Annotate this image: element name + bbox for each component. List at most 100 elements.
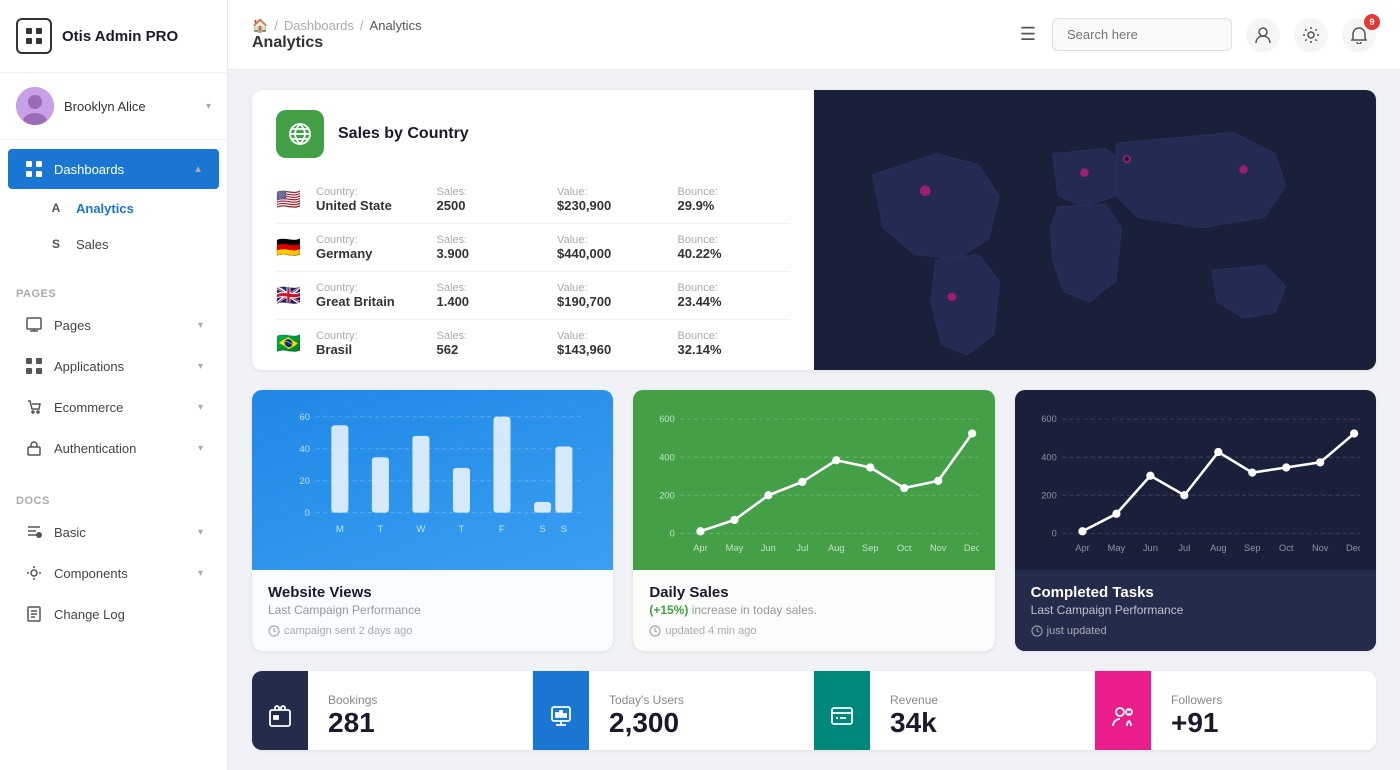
completed-tasks-footer: Completed Tasks Last Campaign Performanc…: [1015, 570, 1376, 651]
sidebar-item-changelog[interactable]: Change Log: [8, 594, 219, 634]
flag-gb: 🇬🇧: [276, 283, 308, 308]
page-title: Analytics: [252, 34, 422, 52]
svg-text:200: 200: [1041, 490, 1056, 500]
nav-dashboards-section: Dashboards ▲ A Analytics S Sales: [0, 140, 227, 270]
applications-label: Applications: [54, 359, 188, 374]
world-map-svg: [814, 90, 1376, 370]
profile-icon[interactable]: [1246, 18, 1280, 52]
user-chevron-icon: ▾: [206, 101, 211, 112]
line-chart-dark-svg: 600 400 200 0 Apr: [1031, 406, 1360, 566]
followers-value: +91: [1171, 707, 1356, 739]
svg-text:Apr: Apr: [1075, 543, 1089, 553]
website-views-subtitle: Last Campaign Performance: [268, 603, 597, 617]
notification-badge: 9: [1364, 14, 1380, 30]
hamburger-icon[interactable]: ☰: [1020, 24, 1036, 45]
website-views-title: Website Views: [268, 584, 597, 601]
components-icon: [24, 563, 44, 583]
nav-pages-section: PAGES Pages ▾ Applications ▾: [0, 270, 227, 477]
svg-text:Jul: Jul: [1178, 543, 1190, 553]
applications-icon: [24, 356, 44, 376]
settings-icon[interactable]: [1294, 18, 1328, 52]
website-views-card: 60 40 20 0 M T: [252, 390, 613, 651]
docs-section-title: DOCS: [0, 485, 227, 511]
sidebar-logo: Otis Admin PRO: [0, 0, 227, 73]
applications-chevron-icon: ▾: [198, 361, 203, 372]
notifications-icon[interactable]: 9: [1342, 18, 1376, 52]
svg-text:May: May: [1107, 543, 1125, 553]
users-icon-box: [533, 671, 589, 750]
bookings-stat: Bookings 281: [308, 671, 533, 750]
daily-sales-chart: 600 400 200 0: [633, 390, 994, 570]
pages-icon: [24, 315, 44, 335]
revenue-icon-box: [814, 671, 870, 750]
changelog-label: Change Log: [54, 607, 203, 622]
svg-text:Aug: Aug: [1210, 543, 1226, 553]
line-chart-green-svg: 600 400 200 0: [649, 406, 978, 566]
svg-text:Oct: Oct: [1279, 543, 1294, 553]
sidebar-item-basic[interactable]: Basic ▾: [8, 512, 219, 552]
svg-text:Sep: Sep: [862, 543, 878, 553]
svg-text:May: May: [726, 543, 744, 553]
sidebar-item-applications[interactable]: Applications ▾: [8, 346, 219, 386]
svg-text:Nov: Nov: [1312, 543, 1329, 553]
sidebar-item-dashboards[interactable]: Dashboards ▲: [8, 149, 219, 189]
svg-text:400: 400: [660, 452, 675, 462]
svg-text:S: S: [539, 524, 545, 535]
today-users-stat: Today's Users 2,300: [589, 671, 814, 750]
website-views-meta: campaign sent 2 days ago: [268, 625, 597, 637]
ecommerce-chevron-icon: ▾: [198, 402, 203, 413]
world-map-section: [814, 90, 1376, 370]
bookings-label: Bookings: [328, 693, 512, 707]
sidebar-item-authentication[interactable]: Authentication ▾: [8, 428, 219, 468]
completed-tasks-title: Completed Tasks: [1031, 584, 1360, 601]
pages-label: Pages: [54, 318, 188, 333]
svg-text:M: M: [336, 524, 344, 535]
breadcrumb: 🏠 / Dashboards / Analytics Analytics: [252, 18, 988, 52]
charts-row: 60 40 20 0 M T: [252, 390, 1376, 651]
basic-chevron-icon: ▾: [198, 527, 203, 538]
sidebar-item-analytics[interactable]: A Analytics: [0, 190, 227, 226]
flag-br: 🇧🇷: [276, 331, 308, 356]
svg-text:600: 600: [660, 414, 675, 424]
svg-text:Aug: Aug: [828, 543, 844, 553]
sidebar-item-pages[interactable]: Pages ▾: [8, 305, 219, 345]
dashboards-label: Dashboards: [54, 162, 183, 177]
svg-text:Sep: Sep: [1244, 543, 1260, 553]
table-row: 🇧🇷 Country:Brasil Sales:562 Value:$143,9…: [276, 320, 790, 367]
table-row: 🇺🇸 Country:United State Sales:2500 Value…: [276, 176, 790, 224]
svg-text:S: S: [561, 524, 567, 535]
sidebar-item-components[interactable]: Components ▾: [8, 553, 219, 593]
svg-text:600: 600: [1041, 414, 1056, 424]
topbar: 🏠 / Dashboards / Analytics Analytics ☰ 9: [228, 0, 1400, 70]
sidebar-item-ecommerce[interactable]: Ecommerce ▾: [8, 387, 219, 427]
svg-text:Dec: Dec: [1346, 543, 1360, 553]
daily-sales-footer: Daily Sales (+15%) increase in today sal…: [633, 570, 994, 651]
breadcrumb-dashboards: Dashboards: [284, 18, 354, 33]
table-row: 🇩🇪 Country:Germany Sales:3.900 Value:$44…: [276, 224, 790, 272]
svg-text:Jun: Jun: [1143, 543, 1158, 553]
revenue-stat: Revenue 34k: [870, 671, 1095, 750]
dashboards-chevron-icon: ▲: [193, 164, 203, 175]
svg-text:Dec: Dec: [964, 543, 978, 553]
sales-label: Sales: [76, 237, 109, 252]
svg-text:60: 60: [299, 412, 310, 423]
breadcrumb-analytics: Analytics: [370, 18, 422, 33]
changelog-icon: [24, 604, 44, 624]
daily-sales-subtitle: (+15%) increase in today sales.: [649, 603, 978, 617]
svg-text:Jul: Jul: [797, 543, 809, 553]
website-views-footer: Website Views Last Campaign Performance …: [252, 570, 613, 651]
sales-by-country-card: Sales by Country 🇺🇸 Country:United State…: [252, 90, 1376, 370]
svg-text:Oct: Oct: [897, 543, 912, 553]
sidebar-user[interactable]: Brooklyn Alice ▾: [0, 73, 227, 140]
daily-sales-meta: updated 4 min ago: [649, 625, 978, 637]
daily-sales-card: 600 400 200 0: [633, 390, 994, 651]
sidebar-item-sales[interactable]: S Sales: [0, 226, 227, 262]
bookings-value: 281: [328, 707, 512, 739]
search-input[interactable]: [1052, 18, 1232, 51]
authentication-label: Authentication: [54, 441, 188, 456]
svg-text:T: T: [459, 524, 465, 535]
daily-sales-title: Daily Sales: [649, 584, 978, 601]
globe-icon: [276, 110, 324, 158]
components-label: Components: [54, 566, 188, 581]
svg-text:40: 40: [299, 444, 310, 455]
